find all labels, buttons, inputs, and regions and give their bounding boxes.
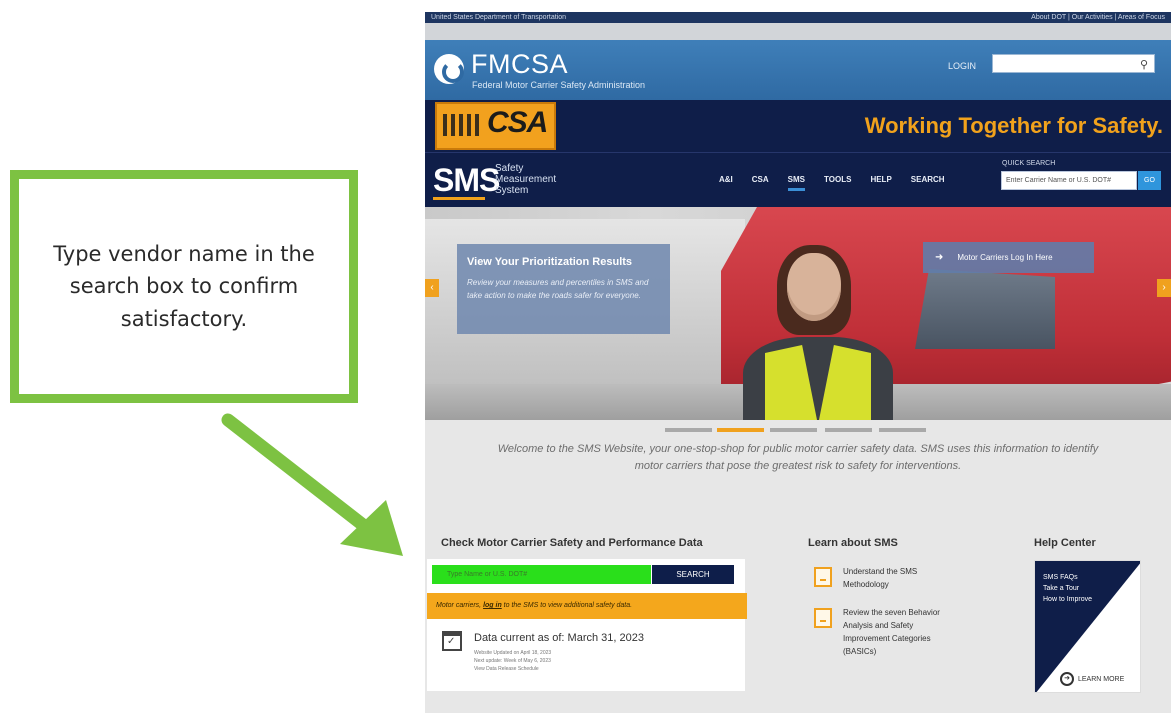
help-section-title: Help Center (1034, 537, 1096, 549)
carousel-dot-4[interactable] (825, 428, 872, 432)
hero-driver-image (743, 245, 893, 420)
csa-logo-text: CSA (487, 106, 548, 139)
instruction-callout: Type vendor name in the search box to co… (10, 170, 358, 403)
nav-item-ai[interactable]: A&I (719, 175, 733, 191)
nav-item-tools[interactable]: TOOLS (824, 175, 851, 191)
hero-carousel: View Your Prioritization Results Review … (425, 207, 1171, 420)
banner-tagline: Working Together for Safety. (864, 113, 1163, 138)
motor-carrier-login-label: Motor Carriers Log In Here (957, 253, 1053, 262)
hero-truck-window (915, 269, 1055, 349)
prioritization-text: Review your measures and percentiles in … (467, 278, 649, 300)
sms-full-name-text: Safety Measurement System (495, 163, 557, 196)
methodology-icon (814, 567, 832, 587)
notice-login-link[interactable]: log in (483, 602, 502, 609)
help-center-card[interactable]: SMS FAQs Take a Tour How to Improve ➜ LE… (1034, 560, 1141, 693)
nav-item-search[interactable]: SEARCH (911, 175, 945, 191)
carrier-search-input[interactable]: Type Name or U.S. DOT# (432, 565, 651, 584)
main-nav: A&I CSA SMS TOOLS HELP SEARCH (719, 175, 945, 191)
dot-agency-link[interactable]: United States Department of Transportati… (431, 12, 566, 23)
learn-basics-link[interactable]: Review the seven Behavior Analysis and S… (843, 606, 955, 658)
help-faqs-link[interactable]: SMS FAQs (1043, 572, 1092, 583)
carousel-next-button[interactable]: › (1157, 279, 1171, 297)
sms-full-name: Safety Measurement System (495, 163, 557, 196)
csa-logo[interactable]: CSA (435, 102, 556, 150)
website-updated-text: Website Updated on April 18, 2023 (474, 650, 552, 656)
sms-logo-underline (433, 197, 485, 200)
csa-banner: CSA Working Together for Safety. (425, 100, 1171, 152)
sms-logo[interactable]: SMS (433, 162, 500, 199)
carousel-dot-5[interactable] (879, 428, 926, 432)
quick-search-go-button[interactable]: GO (1138, 171, 1161, 190)
carousel-dot-1[interactable] (665, 428, 712, 432)
fmcsa-title[interactable]: FMCSA (471, 49, 568, 80)
nav-item-csa[interactable]: CSA (752, 175, 769, 191)
site-search-input[interactable]: ⚲ (992, 54, 1155, 73)
basics-icon (814, 608, 832, 628)
fmcsa-subtitle: Federal Motor Carrier Safety Administrat… (472, 80, 646, 90)
calendar-check-icon (442, 631, 462, 651)
carousel-dot-3[interactable] (770, 428, 817, 432)
login-arrow-icon: ➜ (935, 252, 944, 263)
release-schedule-link[interactable]: View Data Release Schedule (474, 665, 551, 673)
fmcsa-header: FMCSA Federal Motor Carrier Safety Admin… (425, 40, 1171, 100)
dot-right-links[interactable]: About DOT | Our Activities | Areas of Fo… (1031, 12, 1165, 23)
data-update-info: Website Updated on April 18, 2023 Next u… (474, 649, 551, 673)
gray-strip (425, 23, 1171, 40)
help-links: SMS FAQs Take a Tour How to Improve (1043, 572, 1092, 605)
quick-search-input[interactable]: Enter Carrier Name or U.S. DOT# (1001, 171, 1137, 190)
carrier-section-title: Check Motor Carrier Safety and Performan… (441, 537, 703, 549)
prioritization-title: View Your Prioritization Results (467, 256, 633, 268)
screenshot-canvas: Type vendor name in the search box to co… (0, 0, 1171, 713)
carousel-indicators (425, 420, 1171, 439)
learn-methodology-link[interactable]: Understand the SMS Methodology (843, 565, 953, 591)
nav-item-sms[interactable]: SMS (787, 175, 806, 191)
nav-item-help[interactable]: HELP (870, 175, 891, 191)
search-icon[interactable]: ⚲ (1140, 58, 1148, 71)
learn-more-label: LEARN MORE (1078, 675, 1125, 683)
prioritization-card[interactable]: View Your Prioritization Results Review … (457, 244, 670, 334)
carousel-dot-2[interactable] (717, 428, 764, 432)
carousel-prev-button[interactable]: ‹ (425, 279, 439, 297)
learn-more-link[interactable]: ➜ LEARN MORE (1060, 672, 1124, 686)
next-update-text: Next update: Week of May 6, 2023 (474, 658, 551, 664)
notice-suffix: to the SMS to view additional safety dat… (501, 602, 633, 609)
arrow-circle-icon: ➜ (1060, 672, 1074, 686)
driver-face (787, 253, 841, 321)
help-tour-link[interactable]: Take a Tour (1043, 583, 1092, 594)
fmcsa-logo-icon[interactable] (434, 54, 464, 84)
notice-prefix: Motor carriers, (436, 602, 484, 609)
dot-top-bar: United States Department of Transportati… (425, 12, 1171, 23)
login-link[interactable]: LOGIN (948, 61, 976, 71)
motor-carrier-notice: Motor carriers, log in to the SMS to vie… (427, 593, 747, 619)
help-improve-link[interactable]: How to Improve (1043, 594, 1092, 605)
learn-section-title: Learn about SMS (808, 537, 898, 549)
quick-search-label: QUICK SEARCH (1002, 160, 1056, 167)
carrier-search-button[interactable]: SEARCH (652, 565, 734, 584)
welcome-text: Welcome to the SMS Website, your one-sto… (497, 443, 1099, 472)
instruction-text: Type vendor name in the search box to co… (53, 241, 315, 331)
carrier-search-panel: Type Name or U.S. DOT# SEARCH Motor carr… (427, 559, 747, 691)
motor-carrier-login-button[interactable]: ➜ Motor Carriers Log In Here (923, 242, 1094, 273)
csa-speed-lines-icon (443, 114, 483, 136)
data-current-date: Data current as of: March 31, 2023 (474, 632, 644, 644)
sms-nav-bar: SMS Safety Measurement System A&I CSA SM… (425, 152, 1171, 207)
